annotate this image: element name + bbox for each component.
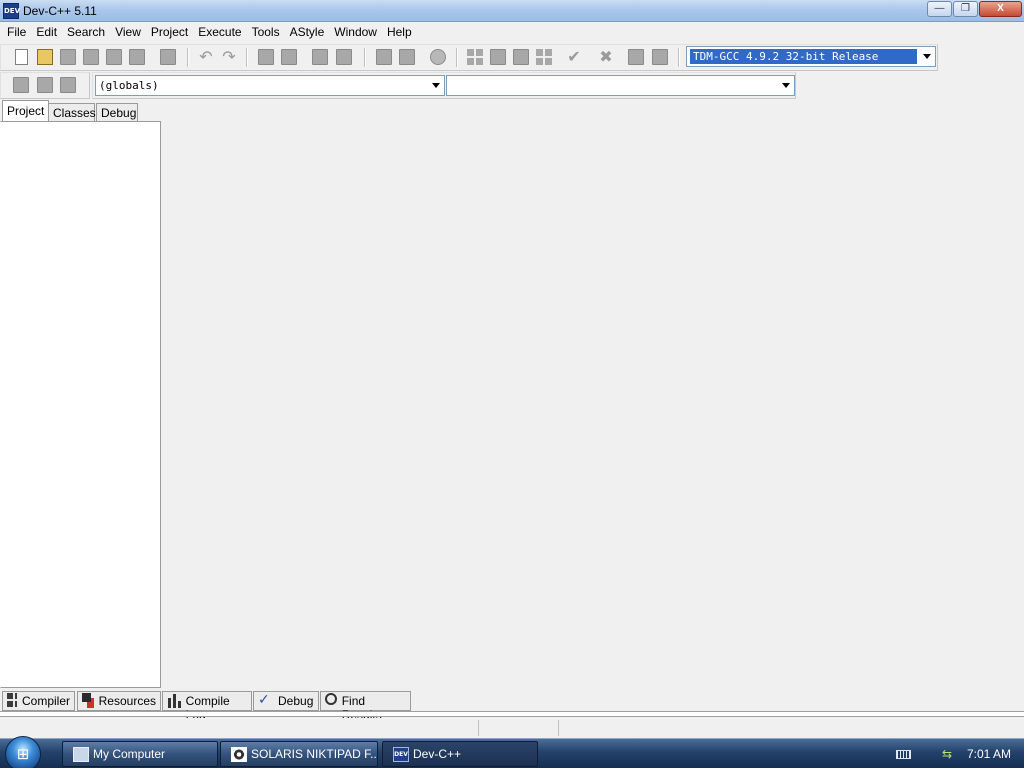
menu-file[interactable]: File	[2, 23, 31, 42]
toggle-bookmark-icon[interactable]	[37, 77, 53, 93]
computer-icon	[73, 747, 89, 762]
chevron-down-icon	[923, 54, 931, 59]
chevron-down-icon	[432, 83, 440, 88]
devcpp-icon: DEV	[393, 747, 409, 762]
compiler-select[interactable]: TDM-GCC 4.9.2 32-bit Release	[686, 46, 936, 67]
menu-project[interactable]: Project	[146, 23, 193, 42]
print-icon[interactable]	[160, 49, 176, 65]
goto-bookmark-icon[interactable]	[60, 77, 76, 93]
menu-view[interactable]: View	[110, 23, 146, 42]
network-icon[interactable]: ⇆	[942, 747, 956, 761]
menu-help[interactable]: Help	[382, 23, 417, 42]
navigation-toolbar: (globals)	[0, 72, 1024, 99]
taskbar-my-computer[interactable]: My Computer	[62, 741, 218, 767]
new-project-icon[interactable]	[376, 49, 392, 65]
open-file-icon[interactable]	[37, 49, 53, 65]
restore-button[interactable]: ❐	[953, 1, 978, 17]
scope-select[interactable]: (globals)	[95, 75, 445, 96]
menu-edit[interactable]: Edit	[31, 23, 62, 42]
output-tabs: Compiler Resources Compile Log ✓ Debug F…	[0, 691, 1024, 722]
profile-icon[interactable]	[628, 49, 644, 65]
rebuild-all-icon[interactable]	[536, 49, 552, 65]
menu-execute[interactable]: Execute	[193, 23, 246, 42]
status-bar	[0, 718, 1024, 738]
menu-window[interactable]: Window	[329, 23, 382, 42]
resources-icon	[82, 693, 94, 708]
redo-icon[interactable]: ↷	[221, 49, 237, 65]
new-file-icon[interactable]	[15, 49, 28, 65]
tab-debug[interactable]: Debug	[96, 103, 138, 122]
menu-search[interactable]: Search	[62, 23, 110, 42]
toolbar-separator	[187, 48, 189, 67]
taskbar-devcpp[interactable]: DEV Dev-C++	[382, 741, 538, 767]
compiler-icon	[7, 693, 17, 708]
close-file-icon[interactable]	[106, 49, 122, 65]
window-title: Dev-C++ 5.11	[23, 4, 97, 18]
replace-icon[interactable]	[281, 49, 297, 65]
tab-compiler[interactable]: Compiler	[2, 691, 75, 711]
menu-tools[interactable]: Tools	[247, 23, 285, 42]
compiler-select-value: TDM-GCC 4.9.2 32-bit Release	[690, 49, 917, 64]
tab-debug-output[interactable]: ✓ Debug	[253, 691, 319, 711]
tab-resources[interactable]: Resources	[77, 691, 161, 711]
project-options-icon[interactable]	[430, 49, 446, 65]
tab-compile-log[interactable]: Compile Log	[162, 691, 252, 722]
tab-classes[interactable]: Classes	[48, 103, 96, 122]
main-toolbar: ↶ ↷ ✔ ✖ TDM-GCC 4.9.2 32-bit Release	[0, 44, 1024, 71]
toolbar-separator	[456, 48, 458, 67]
insert-icon[interactable]	[13, 77, 29, 93]
save-icon[interactable]	[60, 49, 76, 65]
splitter[interactable]	[0, 711, 1024, 717]
goto-line-icon[interactable]	[336, 49, 352, 65]
start-button[interactable]: ⊞	[5, 736, 41, 768]
clock[interactable]: 7:01 AM	[967, 747, 1011, 761]
toolbar-separator	[246, 48, 248, 67]
app-icon: DEV	[3, 3, 20, 19]
project-browser-panel[interactable]	[0, 121, 161, 688]
compile-run-icon[interactable]	[513, 49, 529, 65]
run-icon[interactable]	[490, 49, 506, 65]
window-controls: — ❐ X	[926, 1, 1022, 17]
toolbar-separator	[364, 48, 366, 67]
tab-project[interactable]: Project	[2, 100, 49, 122]
tab-compiler-label: Compiler	[21, 694, 70, 708]
bar-chart-icon	[167, 693, 181, 708]
taskbar-solaris[interactable]: SOLARIS NIKTIPAD F...	[220, 741, 378, 767]
syntax-check-icon[interactable]: ✔	[566, 49, 582, 65]
menu-bar: File Edit Search View Project Execute To…	[0, 23, 1024, 42]
taskbar-devcpp-label: Dev-C++	[413, 747, 462, 761]
close-all-icon[interactable]	[129, 49, 145, 65]
toolbar-separator	[678, 48, 680, 67]
editor-area	[161, 100, 1024, 688]
magnifier-icon	[325, 693, 337, 705]
keyboard-icon[interactable]	[896, 750, 911, 759]
tab-resources-label: Resources	[98, 694, 156, 708]
taskbar: ⊞ My Computer SOLARIS NIKTIPAD F... DEV …	[0, 736, 1024, 768]
debug-icon[interactable]	[652, 49, 668, 65]
chevron-down-icon	[782, 83, 790, 88]
check-icon: ✓	[258, 692, 270, 708]
close-button[interactable]: X	[979, 1, 1022, 17]
taskbar-my-computer-label: My Computer	[93, 747, 166, 761]
save-all-icon[interactable]	[83, 49, 99, 65]
stop-execution-icon[interactable]: ✖	[598, 49, 614, 65]
solaris-icon	[231, 747, 247, 762]
menu-astyle[interactable]: AStyle	[285, 23, 330, 42]
find-next-icon[interactable]	[312, 49, 328, 65]
status-cell	[558, 720, 678, 736]
tab-find-results[interactable]: Find Results	[320, 691, 411, 722]
undo-icon[interactable]: ↶	[198, 49, 214, 65]
minimize-button[interactable]: —	[927, 1, 952, 17]
status-cell	[478, 720, 558, 736]
member-select[interactable]	[446, 75, 795, 96]
title-bar: DEV Dev-C++ 5.11 — ❐ X	[0, 0, 1024, 22]
find-icon[interactable]	[258, 49, 274, 65]
scope-select-value: (globals)	[99, 79, 159, 92]
taskbar-solaris-label: SOLARIS NIKTIPAD F...	[251, 747, 378, 761]
tab-debug-output-label: Debug	[278, 694, 314, 708]
add-to-project-icon[interactable]	[399, 49, 415, 65]
compile-icon[interactable]	[467, 49, 483, 65]
